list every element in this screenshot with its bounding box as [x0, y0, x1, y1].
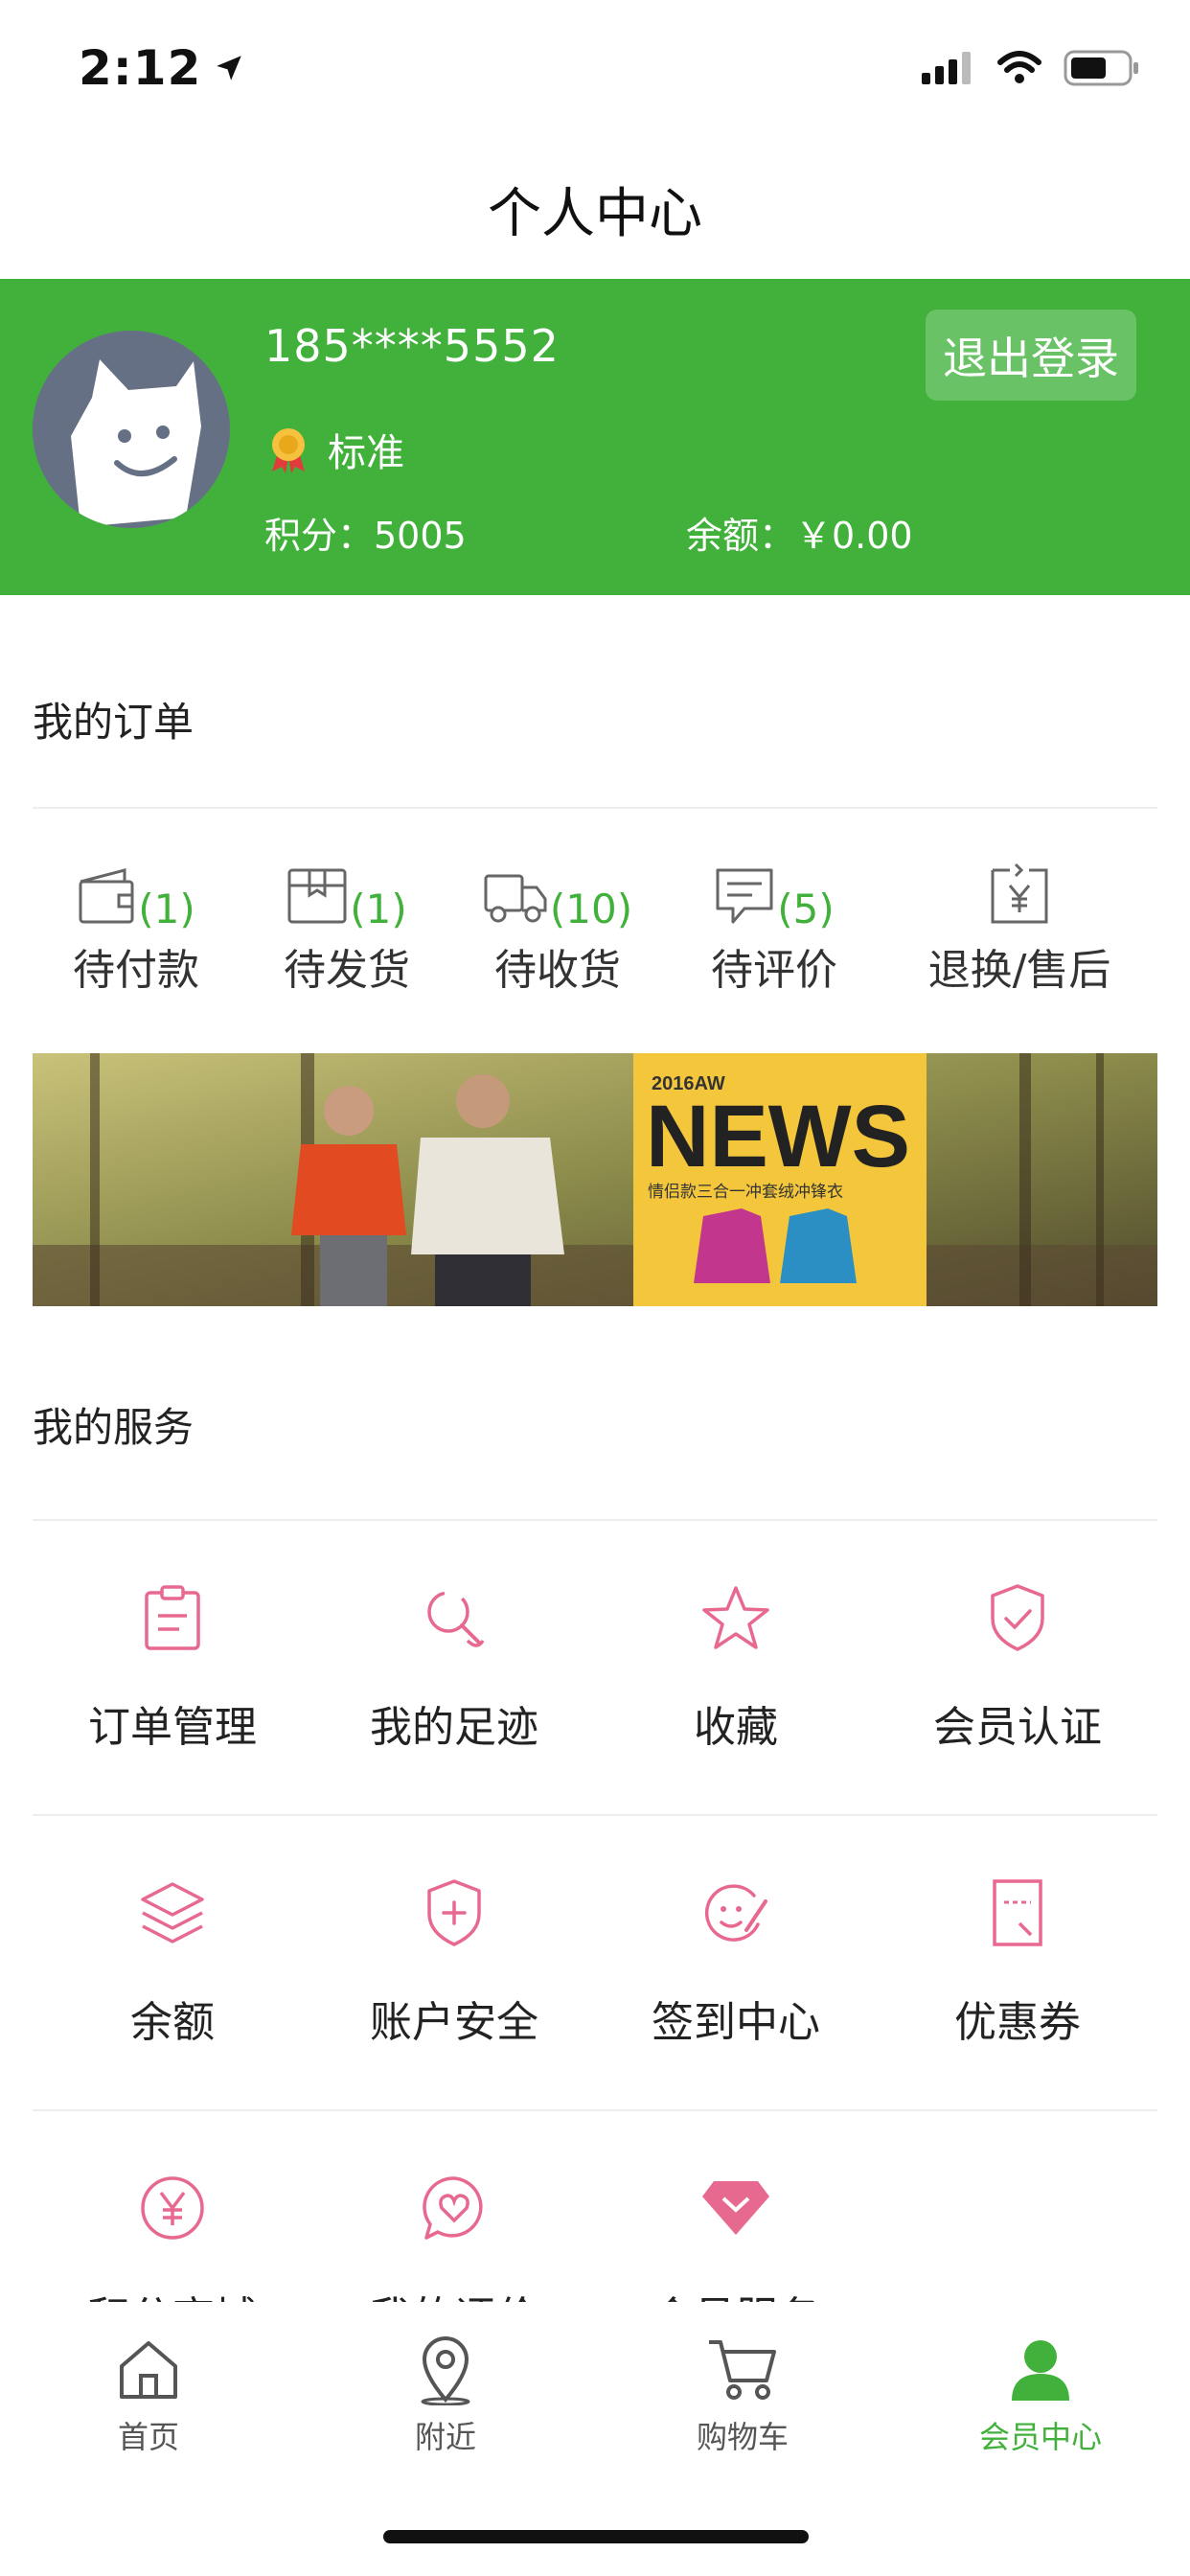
service-account-security[interactable]: 账户安全	[313, 1867, 595, 2049]
order-after-sales[interactable]: 退换/售后	[904, 840, 1134, 997]
member-level: 标准	[264, 422, 404, 477]
order-pending-payment[interactable]: (1) 待付款	[21, 840, 251, 997]
service-label: 余额	[130, 1998, 215, 2047]
service-label: 我的足迹	[370, 1703, 538, 1752]
tab-label: 附近	[414, 2419, 476, 2455]
truck-icon	[484, 874, 547, 923]
service-order-management[interactable]: 订单管理	[32, 1572, 313, 1754]
sign-in-icon	[704, 1884, 767, 1942]
order-count: (10)	[549, 886, 633, 932]
order-count: (1)	[138, 886, 195, 932]
wallet-icon	[79, 868, 134, 924]
order-label: 待评价	[711, 946, 837, 995]
layers-icon	[141, 1882, 204, 1944]
status-icons	[922, 50, 1140, 86]
divider	[33, 1519, 1157, 1521]
clipboard-icon	[145, 1585, 200, 1650]
order-label: 待付款	[73, 946, 199, 995]
yen-circle-icon	[141, 2176, 204, 2240]
service-label: 账户安全	[370, 1998, 538, 2047]
service-coupons[interactable]: 优惠券	[877, 1867, 1158, 2049]
order-status-row: (1) 待付款 (1) 待发货 (10) 待收货 (5) 待评价 退换/售后	[0, 840, 1190, 1012]
cellular-signal-icon	[922, 52, 971, 84]
service-label: 签到中心	[652, 1998, 820, 2047]
medal-icon	[272, 428, 305, 473]
service-footprints[interactable]: 我的足迹	[313, 1572, 595, 1754]
order-pending-review[interactable]: (5) 待评价	[659, 840, 889, 997]
logout-button[interactable]: 退出登录	[926, 310, 1136, 401]
battery-icon	[1064, 50, 1138, 86]
footprint-search-icon	[427, 1591, 485, 1647]
services-section-title: 我的服务	[33, 1404, 195, 1451]
tab-home[interactable]: 首页	[53, 2331, 244, 2457]
order-label: 待发货	[284, 946, 410, 995]
home-indicator	[383, 2530, 809, 2543]
tab-label: 会员中心	[978, 2419, 1102, 2455]
promo-subline: 情侣款三合一冲套绒冲锋衣	[648, 1183, 843, 1202]
service-sign-in-center[interactable]: 签到中心	[595, 1867, 877, 2049]
heart-chat-icon	[423, 2176, 483, 2240]
service-label: 会员认证	[933, 1703, 1102, 1752]
order-pending-shipment[interactable]: (1) 待发货	[232, 840, 462, 997]
order-count: (1)	[350, 886, 407, 932]
status-time: 2:12	[79, 40, 245, 96]
service-member-verification[interactable]: 会员认证	[877, 1572, 1158, 1754]
tab-member-center[interactable]: 会员中心	[945, 2331, 1136, 2457]
comment-icon	[716, 868, 773, 924]
service-balance[interactable]: 余额	[32, 1867, 313, 2049]
order-label: 退换/售后	[927, 946, 1111, 995]
shield-check-icon	[991, 1584, 1044, 1651]
star-icon	[702, 1586, 769, 1649]
promo-headline: NEWS	[646, 1088, 910, 1185]
points-text: 积分：5005	[264, 515, 467, 557]
wifi-icon	[997, 51, 1041, 83]
divider	[33, 2109, 1157, 2111]
avatar[interactable]	[33, 331, 230, 528]
balance-text: 余额：￥0.00	[686, 515, 913, 557]
promo-banner[interactable]: 2016AW NEWS 情侣款三合一冲套绒冲锋衣	[33, 1053, 1157, 1306]
user-icon	[1012, 2340, 1069, 2401]
member-level-text: 标准	[328, 431, 404, 475]
page-title: 个人中心	[488, 183, 702, 245]
location-pin-icon	[421, 2336, 470, 2405]
service-label: 订单管理	[88, 1703, 257, 1752]
box-icon	[287, 868, 347, 924]
coupon-icon	[993, 1879, 1042, 1946]
order-count: (5)	[777, 886, 835, 932]
location-arrow-icon	[217, 56, 242, 80]
orders-section-title[interactable]: 我的订单	[33, 690, 194, 748]
divider	[33, 1814, 1157, 1816]
diamond-icon	[702, 2181, 769, 2235]
user-phone: 185****5552	[264, 320, 560, 372]
promo-image: 2016AW NEWS 情侣款三合一冲套绒冲锋衣	[33, 1053, 1157, 1306]
tab-nearby[interactable]: 附近	[350, 2331, 541, 2457]
shield-plus-icon	[427, 1879, 481, 1946]
service-label: 收藏	[694, 1703, 778, 1752]
yen-refund-icon	[991, 862, 1048, 924]
order-pending-receipt[interactable]: (10) 待收货	[443, 840, 673, 997]
order-label: 待收货	[494, 946, 621, 995]
service-favorites[interactable]: 收藏	[595, 1572, 877, 1754]
cart-icon	[709, 2340, 776, 2400]
tab-label: 购物车	[696, 2419, 789, 2455]
home-icon	[120, 2341, 177, 2399]
status-time-text: 2:12	[79, 40, 202, 96]
tab-label: 首页	[117, 2419, 179, 2455]
tab-cart[interactable]: 购物车	[647, 2331, 838, 2457]
avatar-cat-icon	[71, 359, 201, 527]
divider	[33, 807, 1157, 809]
service-label: 优惠券	[954, 1998, 1081, 2047]
